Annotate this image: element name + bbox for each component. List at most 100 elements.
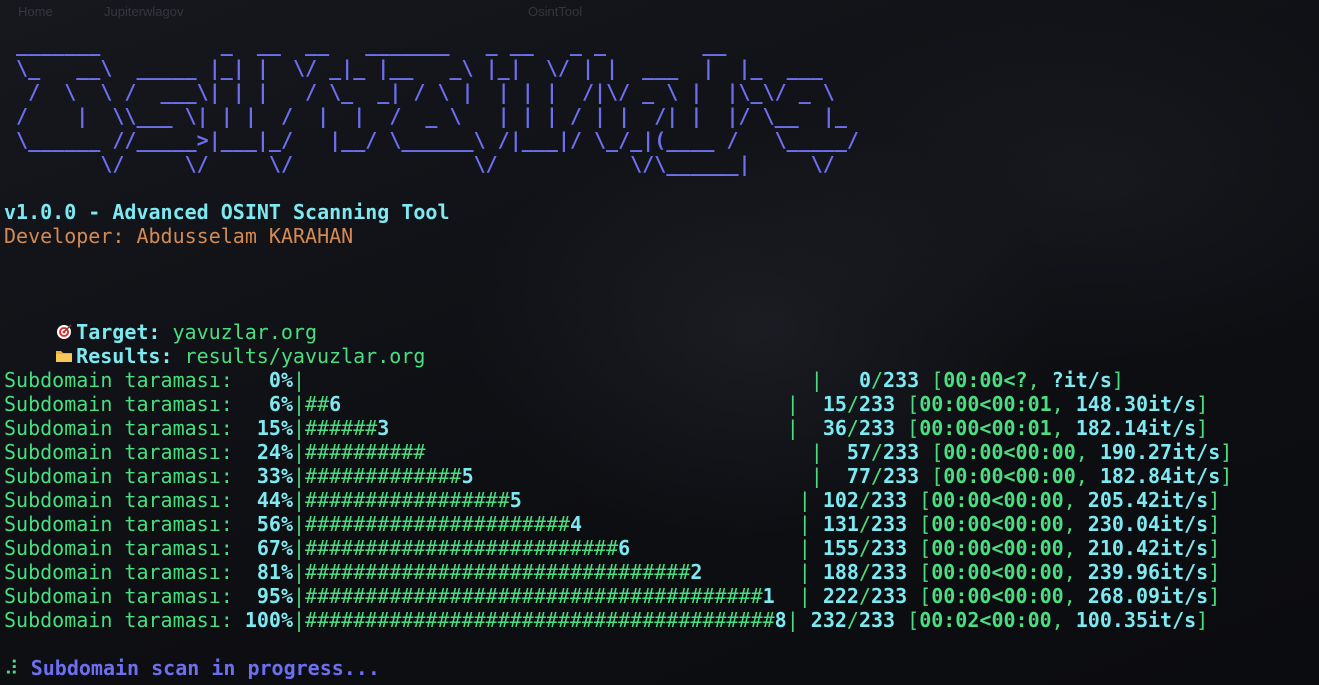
progress-separator: ] [1196, 392, 1209, 416]
progress-rate-unit: 09it/s [1135, 584, 1209, 608]
progress-separator: , [1051, 416, 1064, 440]
progress-current: 222 [822, 584, 859, 608]
target-label: Target: [76, 320, 161, 344]
progress-current: 131 [822, 512, 859, 536]
progress-separator: | [798, 512, 823, 536]
progress-bar-fill: ########## [305, 440, 426, 464]
status-text: Subdomain scan in progress... [30, 656, 380, 680]
progress-rate-unit: 27it/s [1148, 440, 1221, 464]
progress-separator: | [293, 488, 306, 512]
progress-separator: [ [907, 488, 932, 512]
progress-separator: / [858, 584, 872, 608]
progress-separator: , [1063, 536, 1076, 560]
progress-separator: | [798, 584, 823, 608]
progress-elapsed: 00:00 [931, 488, 992, 512]
progress-separator: / [858, 560, 871, 584]
progress-row: Subdomain taraması: 0%| | 0/233 [00:00<?… [4, 368, 1232, 392]
progress-separator: / [858, 488, 872, 512]
progress-remaining: <00:00 [991, 536, 1064, 560]
progress-separator: ] [1208, 512, 1221, 536]
version-line: v1.0.0 - Advanced OSINT Scanning Tool [4, 200, 450, 224]
progress-bar-fill: ###################### [305, 512, 570, 536]
progress-rate: 190. [1087, 440, 1148, 464]
progress-label: Subdomain taraması: [4, 440, 233, 464]
folder-icon [56, 351, 73, 362]
target-icon [57, 324, 72, 339]
progress-percent: 33% [244, 464, 293, 488]
progress-rate: 268. [1075, 584, 1136, 608]
progress-row: Subdomain taraması: 24%|########## | 57/… [4, 440, 1232, 464]
progress-row: Subdomain taraması: 44%|################… [4, 488, 1232, 512]
progress-separator: | [810, 368, 835, 392]
progress-separator [233, 560, 245, 584]
progress-total: 233 [883, 368, 920, 392]
progress-bar-tail: 2 [690, 560, 703, 584]
progress-rate-unit: 04it/s [1135, 512, 1209, 536]
progress-separator [233, 488, 245, 512]
banner-line: \______ //_____>|___|_/ |__/ \______\ /|… [4, 128, 859, 152]
progress-separator: [ [907, 584, 932, 608]
progress-separator: , [1051, 608, 1064, 632]
progress-percent: 44% [244, 488, 293, 512]
progress-row: Subdomain taraması: 100%|###############… [4, 608, 1232, 632]
progress-total: 233 [871, 584, 908, 608]
progress-percent: 81% [244, 560, 293, 584]
progress-rate-unit: 42it/s [1135, 488, 1209, 512]
progress-separator: | [293, 416, 306, 440]
progress-remaining: <00:00 [979, 608, 1052, 632]
progress-separator [233, 464, 245, 488]
ascii-banner: _______ _ __ __ _______ _ __ _ _ __ \_ _… [4, 32, 1232, 176]
progress-percent: 67% [244, 536, 293, 560]
progress-rate-unit: 96it/s [1135, 560, 1209, 584]
progress-total: 233 [871, 488, 908, 512]
banner-line: \_ __\ _____ |_| | \/ _|_ |__ _\ |_| \/ … [4, 56, 823, 80]
progress-bar-tail: 6 [618, 536, 631, 560]
results-label: Results: [76, 344, 173, 368]
progress-bar-fill: ################# [305, 488, 510, 512]
progress-remaining: <00:00 [991, 488, 1064, 512]
progress-bar-fill: ################################ [305, 560, 691, 584]
progress-percent: 0% [244, 368, 293, 392]
progress-separator: | [293, 440, 306, 464]
progress-bar-tail: 1 [762, 584, 775, 608]
progress-separator: , [1063, 560, 1076, 584]
progress-separator: | [293, 608, 306, 632]
progress-separator: ] [1220, 464, 1233, 488]
progress-total: 233 [871, 560, 908, 584]
progress-row: Subdomain taraması: 15%|######3 | 36/233… [4, 416, 1232, 440]
target-line: Target: yavuzlar.org [4, 296, 1232, 344]
progress-bar-tail: 6 [329, 392, 342, 416]
progress-bar-fill: ########################## [305, 536, 619, 560]
progress-separator [233, 368, 245, 392]
progress-separator: ] [1196, 416, 1209, 440]
progress-elapsed: 00:00 [931, 512, 992, 536]
progress-total: 233 [883, 464, 920, 488]
progress-elapsed: 00:00 [931, 584, 992, 608]
progress-bar-empty [630, 536, 799, 560]
terminal-output[interactable]: _______ _ __ __ _______ _ __ _ _ __ \_ _… [4, 32, 1232, 680]
progress-bar-tail: 4 [569, 512, 582, 536]
progress-row: Subdomain taraması: 6%|##6 | 15/233 [00:… [4, 392, 1232, 416]
progress-separator: / [858, 536, 872, 560]
progress-row: Subdomain taraması: 81%|################… [4, 560, 1232, 584]
progress-separator: , [1075, 440, 1088, 464]
progress-separator: / [846, 608, 859, 632]
progress-label: Subdomain taraması: [4, 584, 233, 608]
progress-bar-fill: ###################################### [305, 584, 763, 608]
progress-bar-tail: 3 [377, 416, 390, 440]
progress-bar-fill: ####################################### [305, 608, 775, 632]
progress-separator: ] [1196, 608, 1209, 632]
progress-bar-empty [389, 416, 786, 440]
progress-current: 36 [810, 416, 847, 440]
progress-rate: 182. [1087, 464, 1149, 488]
progress-separator: | [798, 536, 823, 560]
progress-percent: 95% [244, 584, 293, 608]
progress-bar-empty [425, 440, 810, 464]
window-title-ghost: OsintTool [528, 4, 583, 19]
desktop-icon-user-label: Jupiterwlagov [104, 4, 184, 19]
progress-current: 0 [834, 368, 871, 392]
progress-remaining: <00:00 [991, 560, 1064, 584]
progress-elapsed: 00:00 [943, 368, 1004, 392]
